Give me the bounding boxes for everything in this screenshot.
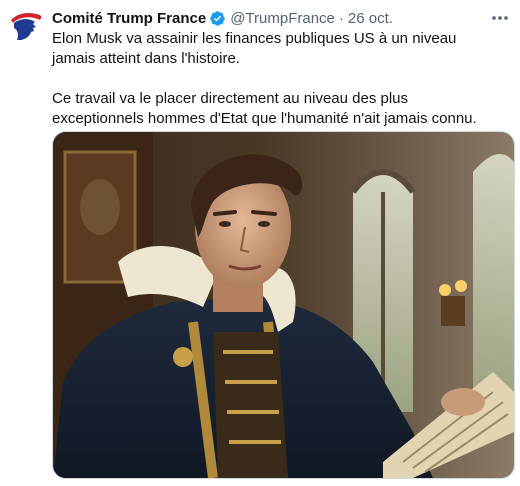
tweet-paragraph-2: Ce travail va le placer directement au n… — [52, 90, 477, 127]
tweet-header: Comité Trump France @TrumpFrance · 26 oc… — [52, 8, 480, 28]
portrait-illustration — [53, 132, 514, 478]
avatar[interactable] — [8, 8, 44, 44]
tweet-image[interactable] — [52, 131, 515, 479]
author-handle[interactable]: @TrumpFrance — [230, 10, 335, 27]
tweet-paragraph-1: Elon Musk va assainir les finances publi… — [52, 30, 457, 67]
separator-dot: · — [338, 9, 344, 27]
ellipsis-icon — [492, 16, 508, 20]
tweet-date[interactable]: 26 oct. — [348, 10, 393, 27]
verified-badge-icon — [209, 10, 226, 27]
comite-trump-logo — [8, 8, 44, 44]
more-options-button[interactable] — [490, 10, 510, 26]
author-name[interactable]: Comité Trump France — [52, 10, 206, 27]
tweet-text: Elon Musk va assainir les finances publi… — [52, 29, 502, 129]
tweet-card[interactable]: Comité Trump France @TrumpFrance · 26 oc… — [0, 0, 520, 486]
